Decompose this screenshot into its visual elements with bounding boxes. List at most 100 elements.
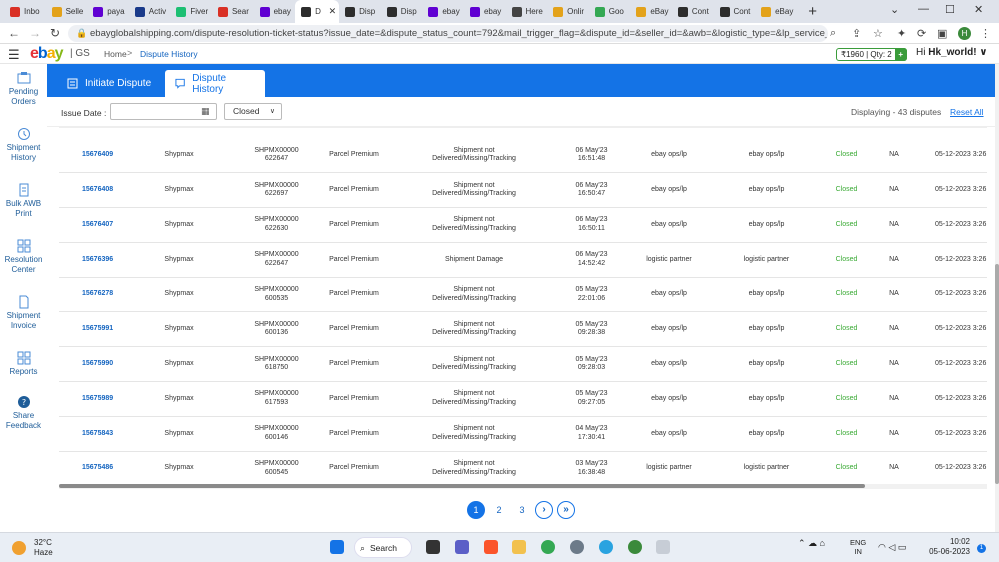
vertical-scroll-thumb[interactable] <box>995 264 999 484</box>
chrome-icon[interactable] <box>541 540 555 554</box>
dispute-id-link[interactable]: 15675990 <box>59 346 129 383</box>
minimize-icon[interactable]: — <box>918 3 929 15</box>
back-icon[interactable]: ← <box>8 26 20 40</box>
window-close-icon[interactable]: ✕ <box>974 3 983 16</box>
dispute-id-link[interactable]: 15676278 <box>59 277 129 313</box>
browser-tab[interactable]: Disp <box>339 0 381 23</box>
browser-tab[interactable]: Selle <box>46 0 88 23</box>
start-icon[interactable] <box>330 540 344 554</box>
breadcrumb-home[interactable]: Home <box>104 49 127 59</box>
horizontal-scroll-thumb[interactable] <box>59 484 865 488</box>
table-row: 15675990 Shypmax SHPMX00000 618750 Parcel Pr… <box>59 346 987 383</box>
brave-icon[interactable] <box>484 540 498 554</box>
wallet-qty-badge[interactable]: ₹1960 | Qty: 2 + <box>836 48 907 61</box>
sidebar-item-share-feedback[interactable]: ? Share Feedback <box>0 395 47 431</box>
browser-tab[interactable]: Inbo <box>4 0 46 23</box>
browser-tab[interactable]: ebay <box>464 0 506 23</box>
profile-avatar[interactable]: H <box>958 27 971 40</box>
new-tab-icon[interactable]: + <box>803 3 823 20</box>
last-page-icon[interactable]: » <box>557 501 575 519</box>
bookmark-star-icon[interactable]: ☆ <box>873 27 883 40</box>
page-1-button[interactable]: 1 <box>467 501 485 519</box>
extensions-icon[interactable]: ✦ <box>897 27 906 40</box>
system-tray-icons[interactable]: ⌃ ☁ ⌂ <box>798 538 825 549</box>
browser-tab[interactable]: Onlir <box>547 0 589 23</box>
tab-dispute-history[interactable]: Dispute History <box>165 70 265 97</box>
file-explorer-icon[interactable] <box>512 540 526 554</box>
wifi-volume-battery-icon[interactable]: ◠ ◁ ▭ <box>878 542 906 553</box>
browser-tab[interactable]: Disp <box>381 0 423 23</box>
settings-icon[interactable] <box>570 540 584 554</box>
teams-icon[interactable] <box>455 540 469 554</box>
browser-tab[interactable]: Cont <box>672 0 714 23</box>
updated-date-cell: 05-12-2023 3:26 pm <box>909 311 987 348</box>
maximize-icon[interactable]: ☐ <box>945 3 955 16</box>
zoom-search-icon[interactable]: ⌕ <box>830 27 836 40</box>
table-row: 15675486 Shypmax SHPMX00000 600545 Parcel Pr… <box>59 451 987 484</box>
forward-icon[interactable]: → <box>29 26 41 40</box>
browser-tab[interactable]: Fiver <box>170 0 212 23</box>
dispute-id-link[interactable]: 15675989 <box>59 381 129 417</box>
service-cell: Parcel Premium <box>324 207 384 243</box>
browser-tab[interactable]: Cont <box>714 0 756 23</box>
sidebar-item-pending-orders[interactable]: Pending Orders <box>0 71 47 107</box>
tab-favicon-icon <box>345 6 356 17</box>
calendar-icon[interactable]: ▦ <box>201 106 210 117</box>
ebay-logo[interactable]: ebay <box>30 45 63 63</box>
sync-icon[interactable]: ⟳ <box>917 27 926 40</box>
reset-all-link[interactable]: Reset All <box>950 107 984 117</box>
browser-tab[interactable]: Sear <box>212 0 254 23</box>
dispute-id-link[interactable]: 15676407 <box>59 207 129 243</box>
next-page-icon[interactable]: › <box>535 501 553 519</box>
vertical-scrollbar[interactable] <box>995 64 999 532</box>
browser-tab[interactable]: Goo <box>589 0 631 23</box>
reload-icon[interactable]: ↻ <box>50 26 60 40</box>
browser-tab[interactable]: Here <box>506 0 548 23</box>
user-greeting[interactable]: Hi Hk_world! ∨ <box>916 47 987 58</box>
task-view-icon[interactable] <box>426 540 440 554</box>
tab-initiate-dispute[interactable]: Initiate Dispute <box>57 70 161 97</box>
dispute-id-link[interactable]: 15676396 <box>59 242 129 278</box>
browser-tab[interactable]: Activ <box>129 0 171 23</box>
notification-badge[interactable]: 1 <box>977 544 986 553</box>
sidepanel-icon[interactable]: ▣ <box>937 27 947 40</box>
awb-cell: SHPMX00000 622647 <box>229 242 324 278</box>
browser-tab[interactable]: eBay <box>630 0 672 23</box>
telegram-icon[interactable] <box>599 540 613 554</box>
grid-icon <box>17 239 30 253</box>
language-indicator[interactable]: ENG IN <box>850 538 866 556</box>
horizontal-scrollbar[interactable] <box>59 484 987 489</box>
browser-tab[interactable]: ebay <box>254 0 296 23</box>
dispute-id-link[interactable]: 15675486 <box>59 451 129 484</box>
chrome-profile-icon[interactable] <box>628 540 642 554</box>
status-cell: Closed <box>814 242 879 278</box>
dispute-id-link[interactable]: 15675843 <box>59 416 129 452</box>
page-2-button[interactable]: 2 <box>490 501 508 519</box>
browser-menu-icon[interactable]: ⋮ <box>980 27 991 40</box>
tab-search-icon[interactable]: ⌄ <box>890 3 899 16</box>
browser-tab[interactable]: ebay <box>422 0 464 23</box>
hamburger-menu-icon[interactable]: ☰ <box>8 47 20 63</box>
status-select[interactable]: Closed ∨ <box>224 103 282 120</box>
dispute-id-link[interactable]: 15676408 <box>59 172 129 209</box>
browser-tab[interactable]: D ✕ <box>295 0 340 23</box>
resolution-cell: NA <box>879 242 909 278</box>
dispute-id-link[interactable]: 15675991 <box>59 311 129 348</box>
snipping-tool-icon[interactable] <box>656 540 670 554</box>
page-3-button[interactable]: 3 <box>513 501 531 519</box>
share-icon[interactable]: ⇪ <box>852 27 861 40</box>
owner-cell: ebay ops/lp <box>719 381 814 417</box>
browser-tab[interactable]: paya <box>87 0 129 23</box>
sidebar-item-reports[interactable]: Reports <box>0 351 47 377</box>
sidebar-item-bulk-awb-print[interactable]: Bulk AWB Print <box>0 183 47 219</box>
updated-date-cell: 05-12-2023 3:26 pm <box>909 277 987 313</box>
url-field[interactable]: 🔒 ebayglobalshipping.com/dispute-resolut… <box>68 25 828 42</box>
dispute-id-link[interactable]: 15676409 <box>59 138 129 174</box>
sidebar-item-shipment-invoice[interactable]: Shipment Invoice <box>0 295 47 331</box>
taskbar-search[interactable]: ⌕ Search <box>354 537 412 558</box>
browser-tab[interactable]: eBay <box>755 0 797 23</box>
dispute-type-cell: Shipment not Delivered/Missing/Tracking <box>384 346 564 383</box>
sidebar-item-resolution-center[interactable]: Resolution Center <box>0 239 47 275</box>
clock[interactable]: 10:02 05-06-2023 <box>926 537 970 557</box>
sidebar-item-shipment-history[interactable]: Shipment History <box>0 127 47 163</box>
